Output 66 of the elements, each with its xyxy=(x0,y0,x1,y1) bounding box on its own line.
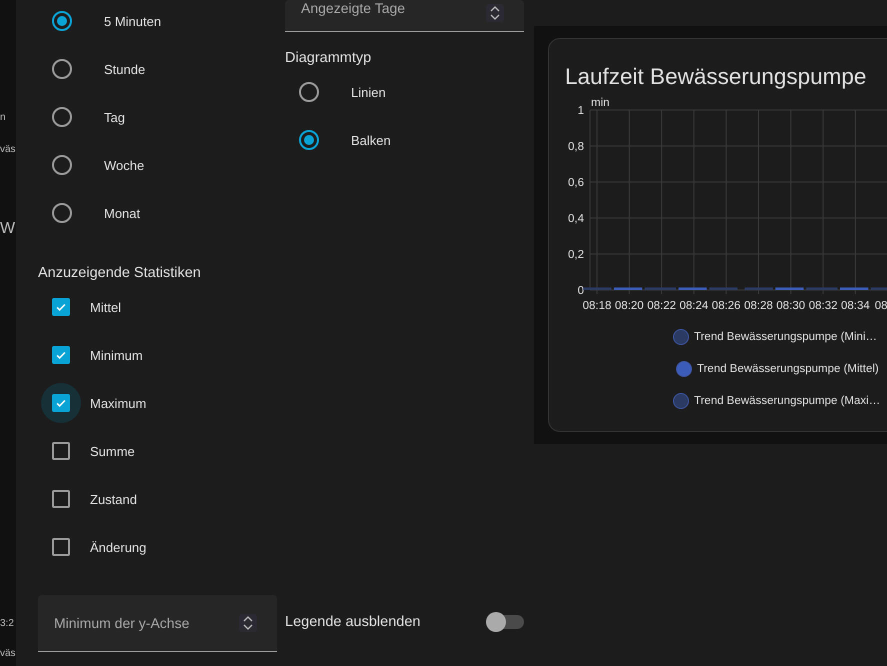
x-tick-label: 08:26 xyxy=(712,300,741,312)
y-tick-label: 1 xyxy=(578,105,584,117)
radio-button[interactable] xyxy=(52,59,72,79)
background-text-fragment: n xyxy=(0,112,7,124)
y-tick-label: 0,4 xyxy=(568,213,584,225)
checkbox-label: Zustand xyxy=(90,492,137,506)
bar xyxy=(775,288,804,290)
x-tick-label: 08:22 xyxy=(647,300,676,312)
bar xyxy=(744,288,773,290)
background-text-fragment: väs xyxy=(0,144,16,156)
section-heading: Diagrammtyp xyxy=(285,49,372,68)
radio-label: Monat xyxy=(104,206,140,220)
x-tick-label: 08:20 xyxy=(614,300,644,312)
x-tick-label: 08:30 xyxy=(776,300,806,312)
y-tick-label: 0,6 xyxy=(568,177,584,189)
number-field[interactable]: Minimum der y-Achse xyxy=(38,595,277,652)
x-tick-label: 08:18 xyxy=(582,300,612,312)
spinner-arrows-icon[interactable] xyxy=(486,4,504,22)
bar xyxy=(709,288,738,290)
bar xyxy=(614,288,642,290)
x-tick-label: 08 xyxy=(874,300,887,312)
radio-button[interactable] xyxy=(299,82,319,102)
toggle-label: Legende ausblenden xyxy=(285,614,420,630)
radio-button[interactable] xyxy=(52,155,72,175)
checkbox-label: Mittel xyxy=(90,300,122,314)
radio-label: Tag xyxy=(104,110,125,124)
legend-label[interactable]: Trend Bewässerungspumpe (Mini… xyxy=(694,331,878,343)
y-tick-label: 0,8 xyxy=(568,141,584,153)
y-tick-label: 0,2 xyxy=(568,249,584,261)
x-tick-label: 08:32 xyxy=(808,300,838,312)
radio-button[interactable] xyxy=(299,130,319,150)
checkbox-label: Maximum xyxy=(90,396,146,410)
bar xyxy=(583,288,612,290)
legend-dot xyxy=(673,329,689,345)
y-axis-unit: min xyxy=(591,97,610,109)
radio-label: Linien xyxy=(351,84,386,100)
radio-label: Stunde xyxy=(104,62,146,76)
legend-dot xyxy=(673,393,689,409)
checkbox[interactable] xyxy=(41,383,81,423)
background-text-fragment: väs xyxy=(0,648,16,660)
checkbox-label: Summe xyxy=(90,444,135,458)
card-title: Laufzeit Bewässerungspumpe xyxy=(565,63,868,91)
radio-label: Balken xyxy=(351,132,391,148)
checkbox-label: Minimum xyxy=(90,348,143,362)
spinner-arrows-icon[interactable] xyxy=(239,614,257,632)
section-heading: Anzuzeigende Statistiken xyxy=(38,264,202,283)
toggle-switch[interactable] xyxy=(488,614,524,628)
number-field[interactable]: Angezeigte Tage xyxy=(285,0,524,32)
x-tick-label: 08:34 xyxy=(841,300,870,312)
legend-label[interactable]: Trend Bewässerungspumpe (Mittel) xyxy=(697,363,879,375)
radio-label: Woche xyxy=(104,158,144,172)
bar xyxy=(870,288,887,290)
legend-dot xyxy=(676,361,692,377)
background-text-fragment: W xyxy=(0,220,16,238)
radio-button[interactable] xyxy=(52,203,72,223)
x-tick-label: 08:24 xyxy=(680,300,708,312)
legend-label[interactable]: Trend Bewässerungspumpe (Maxi… xyxy=(694,395,880,407)
radio-button[interactable] xyxy=(52,11,72,31)
checkbox-label: Änderung xyxy=(90,540,146,554)
x-tick-label: 08:28 xyxy=(744,300,773,312)
bar xyxy=(840,288,868,290)
bar xyxy=(678,288,707,290)
y-tick-label: 0 xyxy=(578,285,584,297)
radio-label: 5 Minuten xyxy=(104,14,162,28)
background-text-fragment: 3:2 xyxy=(0,618,15,630)
radio-button[interactable] xyxy=(52,107,72,127)
